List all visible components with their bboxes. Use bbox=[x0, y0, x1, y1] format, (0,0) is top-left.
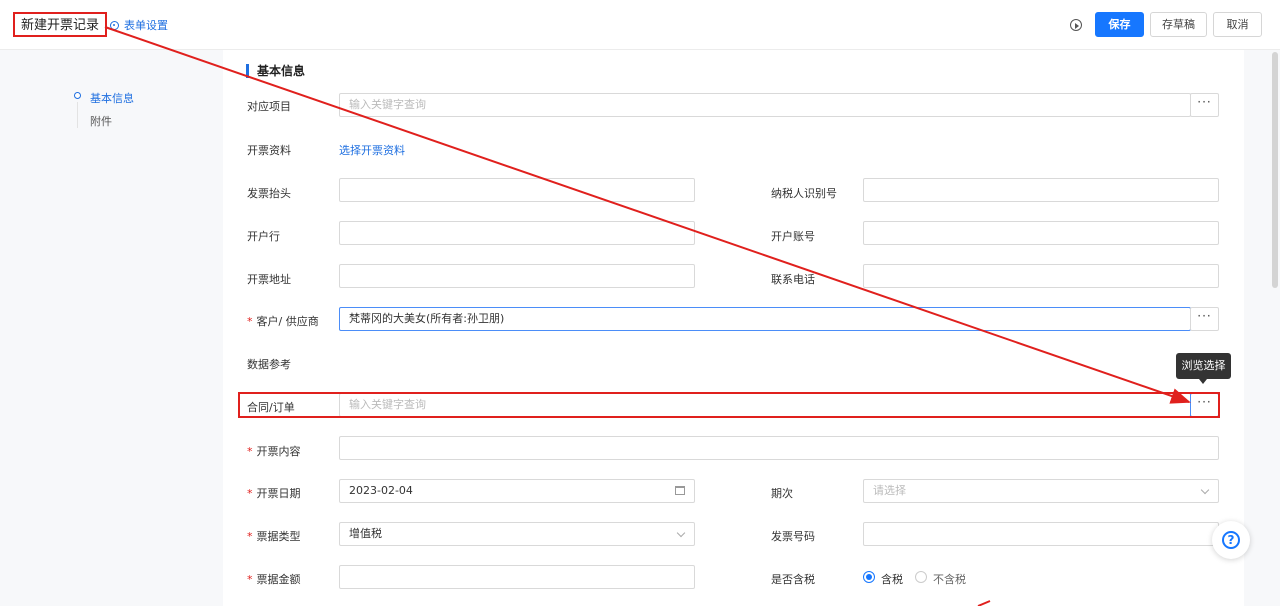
data-ref-label: 数据参考 bbox=[247, 358, 291, 371]
scrollbar[interactable] bbox=[1272, 52, 1278, 288]
project-input[interactable]: 输入关键字查询 bbox=[339, 93, 1191, 117]
nav-item-basic-info[interactable]: 基本信息 bbox=[90, 90, 134, 106]
play-icon[interactable] bbox=[1070, 19, 1082, 31]
page-title: 新建开票记录 bbox=[13, 12, 108, 37]
content-input[interactable] bbox=[339, 436, 1219, 460]
required-mark: * bbox=[247, 315, 253, 328]
invoice-no-label: 发票号码 bbox=[771, 530, 815, 543]
period-select[interactable]: 请选择 bbox=[863, 479, 1219, 503]
top-bar: 新建开票记录 表单设置 保存 存草稿 取消 bbox=[0, 0, 1280, 50]
radio-tax-excluded-label[interactable]: 不含税 bbox=[933, 571, 966, 587]
customer-label-text: 客户/ 供应商 bbox=[256, 315, 319, 328]
amount-label-text: 票据金额 bbox=[256, 573, 301, 586]
address-label: 开票地址 bbox=[247, 273, 291, 286]
period-label: 期次 bbox=[771, 487, 793, 500]
date-label-text: 开票日期 bbox=[256, 487, 301, 500]
required-mark: * bbox=[247, 573, 253, 586]
customer-input[interactable]: 梵蒂冈的大美女(所有者:孙卫朋) bbox=[339, 307, 1191, 331]
taxpayer-id-label: 纳税人识别号 bbox=[771, 187, 837, 200]
save-draft-button[interactable]: 存草稿 bbox=[1150, 12, 1207, 37]
customer-label: * 客户/ 供应商 bbox=[247, 313, 319, 329]
radio-tax-excluded[interactable] bbox=[915, 571, 927, 583]
required-mark: * bbox=[247, 445, 253, 458]
invoice-title-input[interactable] bbox=[339, 178, 695, 202]
taxpayer-id-input[interactable] bbox=[863, 178, 1219, 202]
date-label: * 开票日期 bbox=[247, 485, 301, 501]
project-label: 对应项目 bbox=[247, 100, 291, 113]
amount-input[interactable] bbox=[339, 565, 695, 589]
invoice-title-label: 发票抬头 bbox=[247, 187, 291, 200]
address-input[interactable] bbox=[339, 264, 695, 288]
bank-label: 开户行 bbox=[247, 230, 280, 243]
help-icon: ? bbox=[1222, 531, 1240, 549]
annotation-highlight-box bbox=[238, 392, 1220, 418]
required-mark: * bbox=[247, 487, 253, 500]
save-button[interactable]: 保存 bbox=[1095, 12, 1144, 37]
type-label: * 票据类型 bbox=[247, 528, 301, 544]
account-input[interactable] bbox=[863, 221, 1219, 245]
required-mark: * bbox=[247, 530, 253, 543]
form-setting-label: 表单设置 bbox=[124, 19, 168, 32]
form-setting-link[interactable]: 表单设置 bbox=[110, 17, 168, 33]
help-button[interactable]: ? bbox=[1212, 521, 1250, 559]
type-label-text: 票据类型 bbox=[256, 530, 301, 543]
type-select[interactable]: 增值税 bbox=[339, 522, 695, 546]
content-label: * 开票内容 bbox=[247, 443, 301, 459]
invoice-info-label: 开票资料 bbox=[247, 144, 291, 157]
calendar-icon[interactable] bbox=[675, 486, 685, 495]
section-title: 基本信息 bbox=[246, 64, 305, 78]
radio-tax-included[interactable] bbox=[863, 571, 875, 583]
nav-line bbox=[77, 102, 78, 128]
amount-label: * 票据金额 bbox=[247, 571, 301, 587]
date-input[interactable]: 2023-02-04 bbox=[339, 479, 695, 503]
setting-icon bbox=[110, 20, 119, 30]
bank-input[interactable] bbox=[339, 221, 695, 245]
project-browse-button[interactable]: ··· bbox=[1190, 93, 1219, 117]
phone-input[interactable] bbox=[863, 264, 1219, 288]
radio-tax-included-label[interactable]: 含税 bbox=[881, 571, 903, 587]
phone-label: 联系电话 bbox=[771, 273, 815, 286]
content-label-text: 开票内容 bbox=[256, 445, 301, 458]
invoice-no-input[interactable] bbox=[863, 522, 1219, 546]
nav-item-attachment[interactable]: 附件 bbox=[90, 113, 112, 129]
nav-active-dot-icon bbox=[74, 92, 81, 99]
tax-included-label: 是否含税 bbox=[771, 573, 815, 586]
select-invoice-info-link[interactable]: 选择开票资料 bbox=[339, 142, 405, 158]
customer-browse-button[interactable]: ··· bbox=[1190, 307, 1219, 331]
browse-tooltip: 浏览选择 bbox=[1176, 353, 1231, 384]
account-label: 开户账号 bbox=[771, 230, 815, 243]
cancel-button[interactable]: 取消 bbox=[1213, 12, 1262, 37]
